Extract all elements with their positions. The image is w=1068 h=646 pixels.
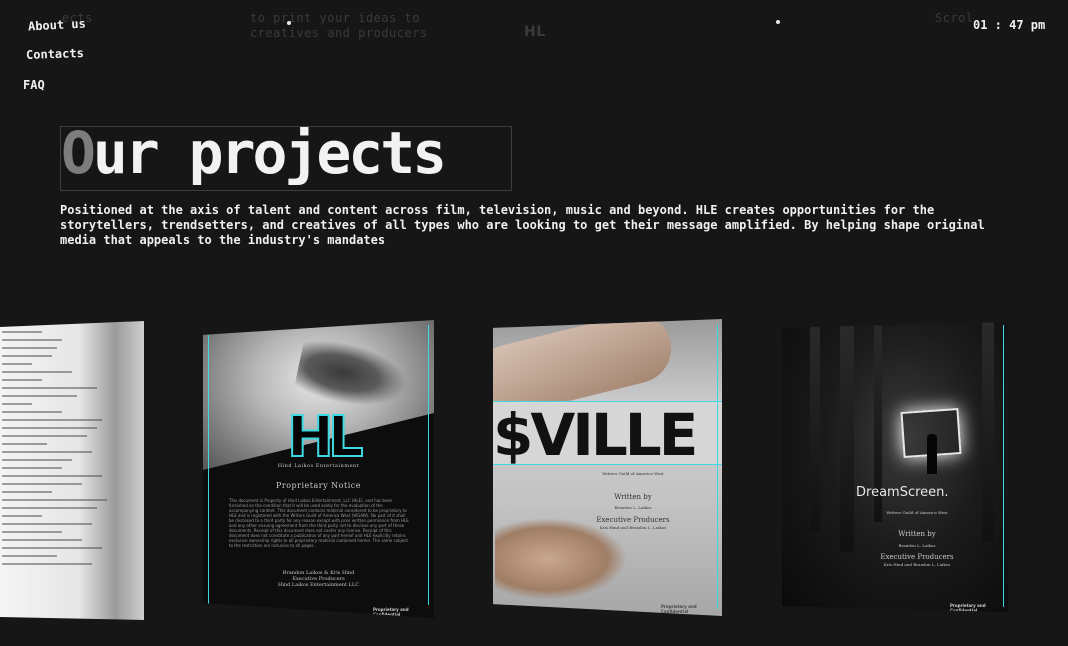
page-title-first-letter: O (61, 126, 96, 187)
project-card-dreamscreen[interactable]: DreamScreen. Writers Guild of America We… (782, 322, 1008, 612)
card-notice-title: Proprietary Notice (276, 481, 361, 490)
page-description: Positioned at the axis of talent and con… (60, 203, 985, 247)
page-title-rest: ur projects (92, 126, 447, 187)
card-company-name: Hind Laikos Entertainment (277, 463, 360, 469)
card-credit-line-3: Hind Laikos Entertainment LLC (277, 582, 360, 588)
card-title: $VILLE (493, 401, 698, 469)
card-person-silhouette (927, 434, 937, 474)
ghost-logo: HL (524, 24, 546, 40)
clock: 01 : 47 pm (973, 18, 1046, 32)
card-wga: Writers Guild of America West (602, 471, 664, 476)
card-written-by: Written by (898, 530, 936, 538)
card-exec-producers: Executive Producers (596, 516, 670, 524)
page-title: Our projects (61, 126, 447, 187)
card-writer: Brandon L. Laikos (898, 543, 936, 548)
card-wga: Writers Guild of America West (886, 510, 948, 515)
card-writer: Brandon L. Laikos (614, 505, 652, 510)
script-text-lines (0, 331, 130, 571)
nav-about-us-link[interactable]: About us (28, 16, 86, 33)
card-producers: Kris Hind and Brandon L. Laikos (599, 525, 667, 530)
ghost-tagline-text: to print your ideas to creatives and pro… (250, 11, 428, 40)
card-title: DreamScreen. (856, 485, 949, 500)
hle-logo: HL (286, 404, 365, 471)
card-footer: Proprietary and Confidential (373, 607, 409, 617)
nav-contacts-link[interactable]: Contacts (26, 46, 84, 62)
decorative-dot (776, 20, 780, 24)
decorative-dot (287, 21, 291, 25)
card-notice-text: This document is Property of Hind Laikos… (229, 498, 409, 548)
project-card-script[interactable] (0, 321, 144, 620)
card-footer: Proprietary and Confidential (950, 603, 986, 612)
card-exec-producers: Executive Producers (880, 553, 954, 561)
card-photo-hand (495, 519, 625, 599)
card-producers: Kris Hind and Brandon L. Laikos (883, 562, 951, 567)
nav-faq-link[interactable]: FAQ (23, 78, 45, 92)
card-footer: Proprietary and Confidential (661, 604, 697, 614)
project-card-sville[interactable]: $VILLE Writers Guild of America West Wri… (493, 319, 722, 616)
project-card-hind-laikos[interactable]: HL Hind Laikos Entertainment Proprietary… (203, 320, 434, 618)
card-written-by: Written by (614, 493, 652, 501)
page-title-box: Our projects (60, 126, 512, 191)
ghost-scroll-text: Scrol (935, 11, 974, 25)
